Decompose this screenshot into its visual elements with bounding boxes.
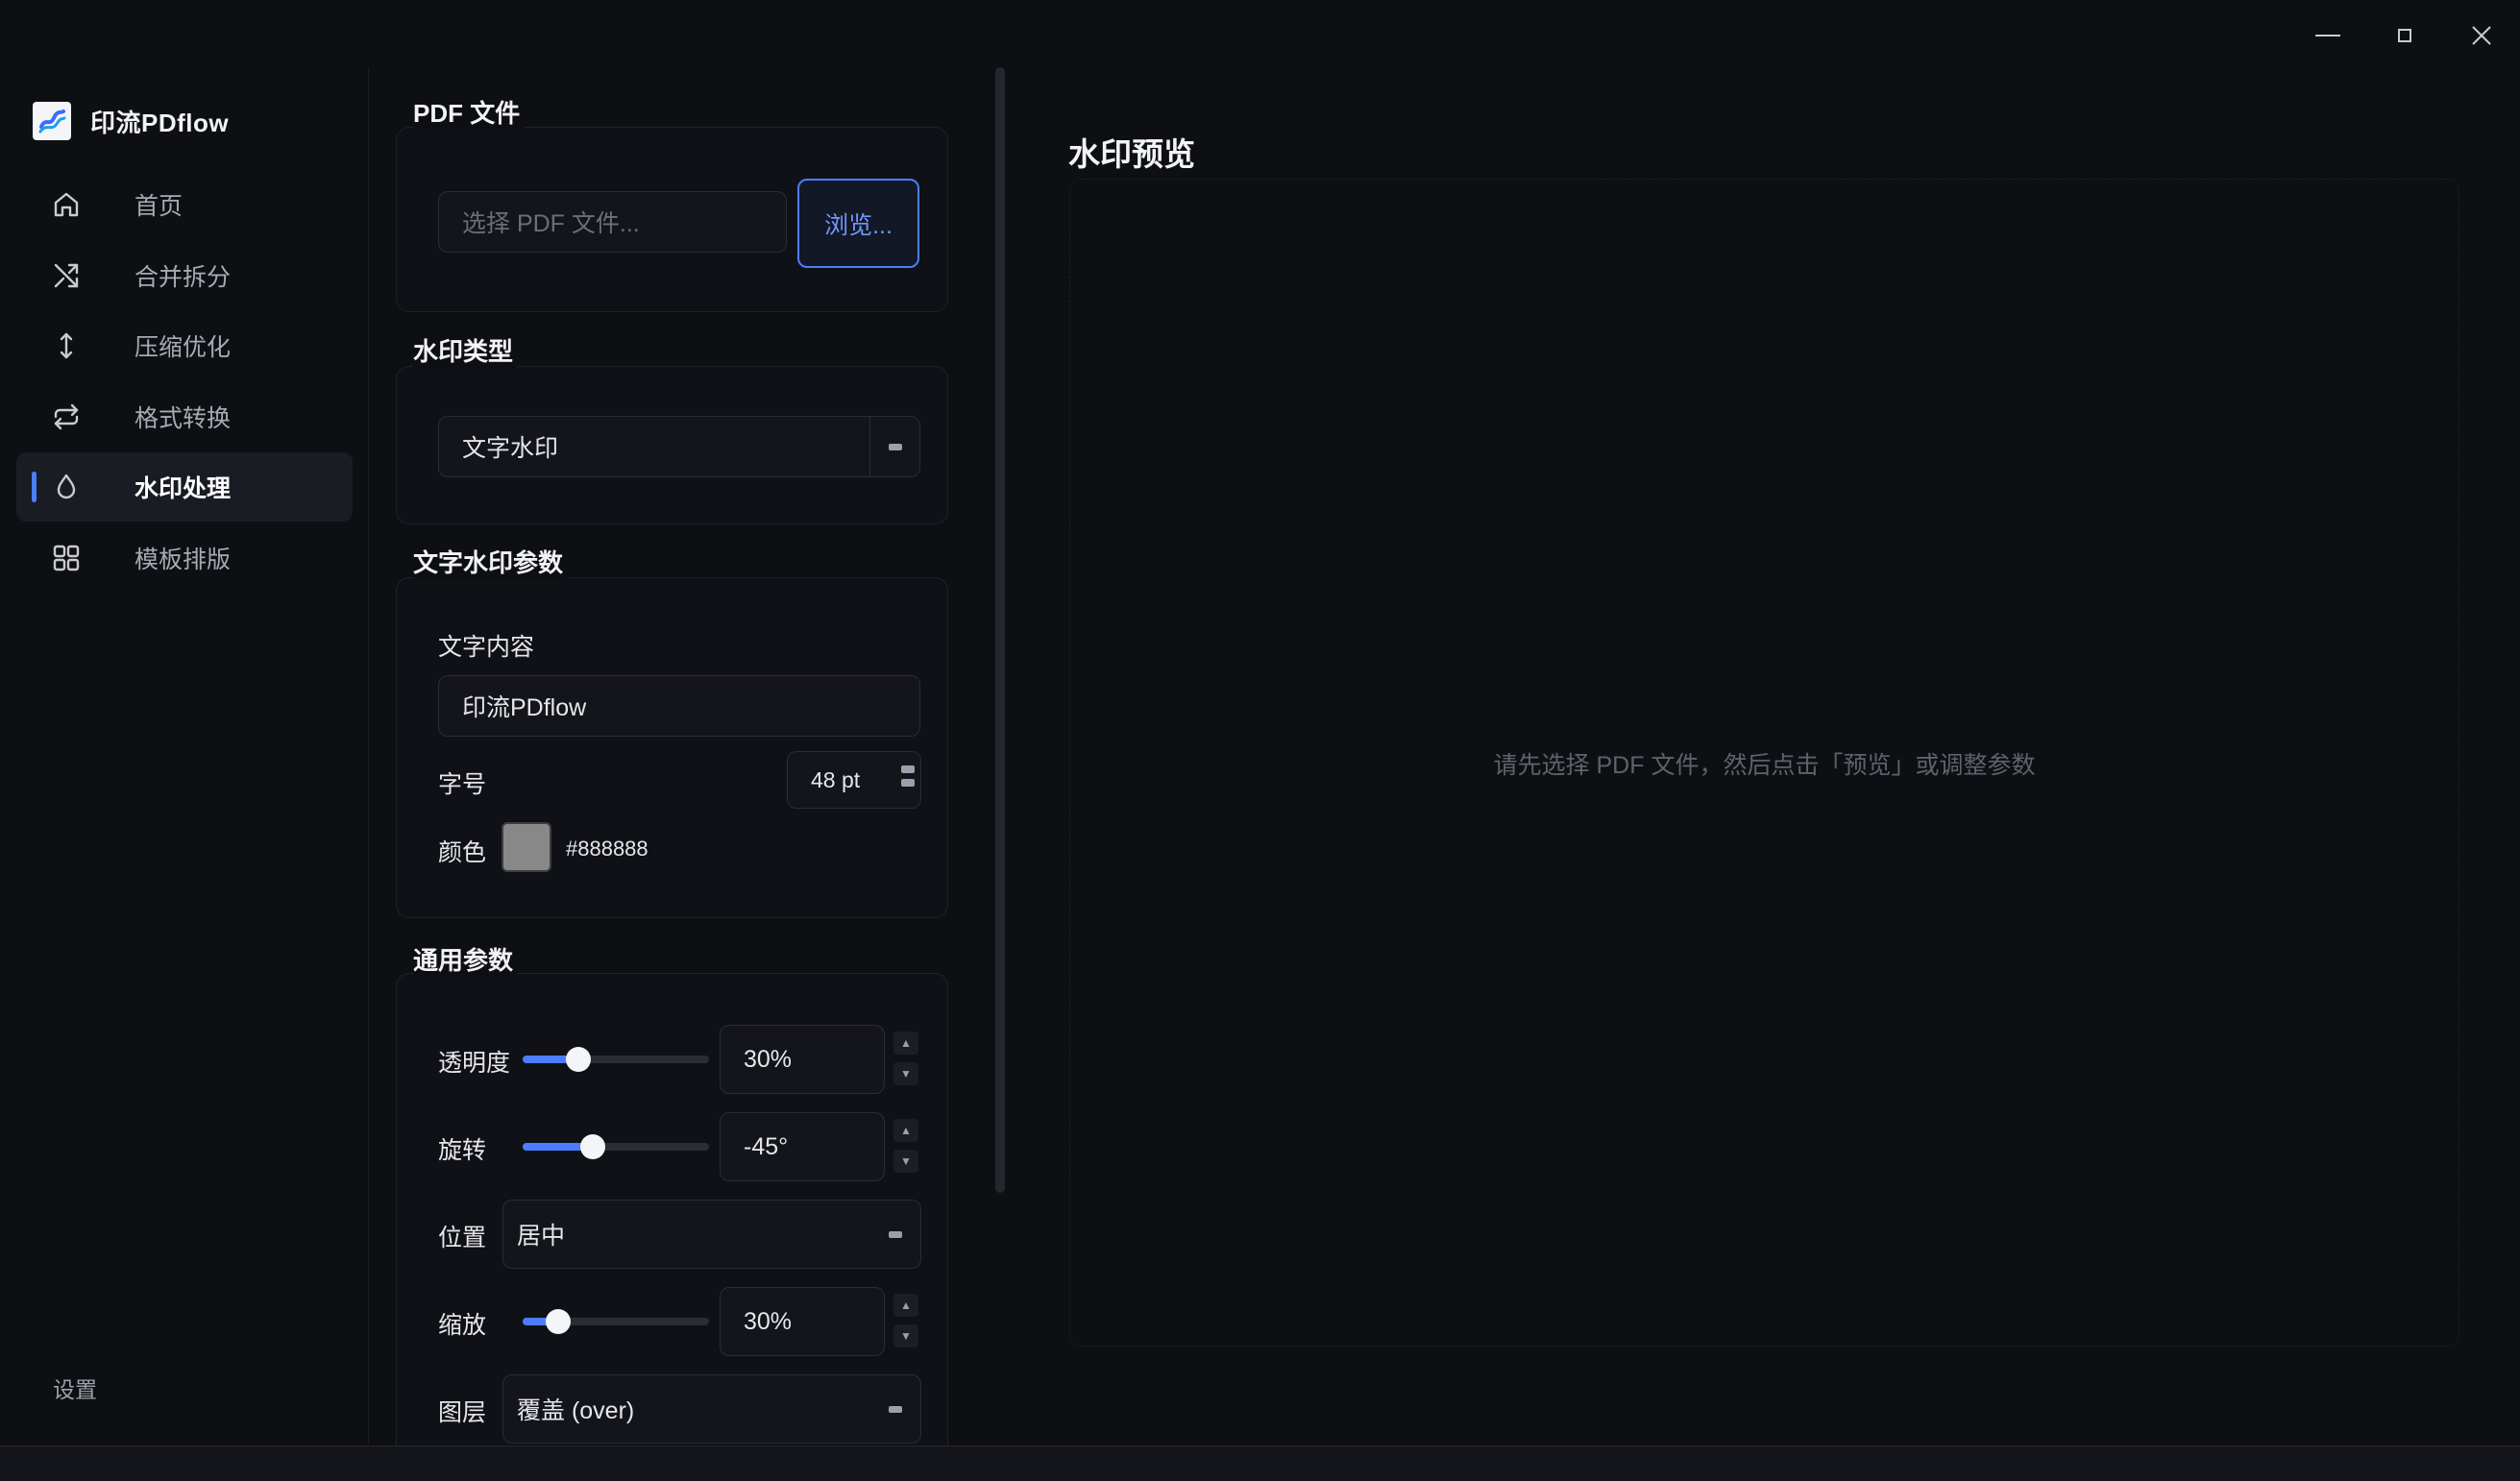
scale-label: 缩放: [438, 1312, 487, 1339]
pdf-file-group: 选择 PDF 文件... 浏览...: [396, 127, 948, 312]
sidebar-item-home[interactable]: 首页: [16, 170, 353, 239]
opacity-spin-buttons: ▲ ▼: [893, 1032, 918, 1093]
maximize-button[interactable]: [2366, 15, 2443, 56]
increment-button[interactable]: ▲: [893, 1119, 918, 1142]
dropdown-button[interactable]: [870, 1201, 920, 1268]
opacity-slider[interactable]: [523, 1047, 709, 1072]
position-value: 居中: [517, 1223, 566, 1250]
slider-thumb[interactable]: [566, 1047, 592, 1072]
increment-button[interactable]: ▲: [893, 1294, 918, 1317]
chevron-down-icon: [889, 1405, 902, 1413]
sidebar-item-label: 首页: [135, 193, 183, 220]
decrement-button[interactable]: ▼: [893, 1150, 918, 1173]
close-button[interactable]: [2443, 15, 2520, 56]
slider-thumb[interactable]: [545, 1309, 571, 1334]
layer-select[interactable]: 覆盖 (over): [502, 1374, 921, 1444]
decrement-button[interactable]: ▼: [893, 1062, 918, 1085]
pdf-file-section-title: PDF 文件: [413, 94, 525, 130]
font-size-label: 字号: [438, 771, 487, 798]
brand: 印流PDflow: [33, 102, 229, 140]
font-size-value: 48 pt: [811, 766, 861, 792]
preview-title: 水印预览: [1068, 136, 1195, 172]
sidebar-item-merge-split[interactable]: 合并拆分: [16, 241, 353, 310]
general-params-section-title: 通用参数: [413, 941, 518, 977]
active-indicator: [32, 472, 37, 502]
sidebar-item-convert[interactable]: 格式转换: [16, 382, 353, 451]
minimize-icon: [2315, 35, 2340, 36]
watermark-type-group: 文字水印: [396, 366, 948, 524]
general-params-group: 透明度 30% ▲ ▼ 旋转 -45° ▲ ▼ 位置 居中 缩放 30% ▲ ▼…: [396, 973, 948, 1445]
scale-slider[interactable]: [523, 1309, 709, 1334]
rotation-label: 旋转: [438, 1137, 487, 1164]
scale-input[interactable]: 30%: [720, 1287, 885, 1356]
close-icon: [2472, 26, 2491, 45]
opacity-label: 透明度: [438, 1050, 511, 1077]
repeat-icon: [49, 400, 84, 434]
position-select[interactable]: 居中: [502, 1200, 921, 1269]
chevron-down-icon: [889, 1230, 902, 1238]
sidebar-item-label: 压缩优化: [135, 334, 232, 361]
vertical-arrows-icon: [49, 328, 84, 363]
sidebar-item-template[interactable]: 模板排版: [16, 523, 353, 593]
decrement-button[interactable]: ▼: [893, 1324, 918, 1347]
browse-button[interactable]: 浏览...: [797, 179, 919, 268]
font-size-stepper[interactable]: 48 pt: [787, 751, 921, 809]
dropdown-button[interactable]: [870, 1375, 920, 1443]
rotation-spin-buttons: ▲ ▼: [893, 1119, 918, 1180]
settings-scrollbar[interactable]: [995, 67, 1005, 1193]
app-name: 印流PDflow: [90, 108, 230, 137]
droplet-icon: [49, 470, 84, 504]
watermark-type-value: 文字水印: [462, 435, 559, 462]
sidebar-item-compress[interactable]: 压缩优化: [16, 311, 353, 380]
dropdown-button[interactable]: [869, 417, 919, 476]
layer-value: 覆盖 (over): [517, 1397, 635, 1424]
app-logo-icon: [33, 102, 71, 140]
preview-hint: 请先选择 PDF 文件，然后点击「预览」或调整参数: [1493, 752, 2036, 779]
rotation-input[interactable]: -45°: [720, 1112, 885, 1181]
settings-link[interactable]: 设置: [53, 1372, 97, 1404]
chevron-down-icon: [888, 443, 902, 450]
text-params-group: 文字内容 印流PDflow 字号 48 pt 颜色 #888888: [396, 577, 948, 918]
pdf-file-input[interactable]: 选择 PDF 文件...: [438, 191, 787, 253]
text-content-label: 文字内容: [438, 634, 535, 661]
slider-thumb[interactable]: [579, 1134, 605, 1159]
window-controls: [2289, 15, 2520, 56]
scale-spin-buttons: ▲ ▼: [893, 1294, 918, 1355]
sidebar-item-label: 模板排版: [135, 546, 232, 573]
sidebar-nav: 首页 合并拆分 压缩优化 格式转换 水印处理 模板排版: [16, 170, 353, 594]
text-content-input[interactable]: 印流PDflow: [438, 675, 920, 737]
preview-area: 请先选择 PDF 文件，然后点击「预览」或调整参数: [1069, 179, 2459, 1347]
increment-button[interactable]: ▲: [893, 1032, 918, 1055]
home-icon: [49, 187, 84, 222]
layer-label: 图层: [438, 1399, 487, 1426]
watermark-type-select[interactable]: 文字水印: [438, 416, 920, 477]
rotation-slider[interactable]: [523, 1134, 709, 1159]
color-hex-value: #888888: [566, 837, 648, 861]
sidebar-item-label: 格式转换: [135, 404, 232, 432]
watermark-type-section-title: 水印类型: [413, 332, 518, 368]
font-size-spin-buttons[interactable]: [901, 765, 915, 792]
status-bar: [0, 1445, 2520, 1481]
color-label: 颜色: [438, 839, 487, 866]
minimize-button[interactable]: [2289, 15, 2366, 56]
shuffle-icon: [49, 258, 84, 293]
sidebar-item-label: 合并拆分: [135, 263, 232, 291]
opacity-input[interactable]: 30%: [720, 1025, 885, 1094]
grid-icon: [49, 541, 84, 575]
sidebar-item-label: 水印处理: [135, 475, 232, 502]
color-swatch[interactable]: [502, 822, 551, 872]
maximize-icon: [2398, 29, 2411, 42]
sidebar-item-watermark[interactable]: 水印处理: [16, 452, 353, 522]
text-params-section-title: 文字水印参数: [413, 544, 568, 579]
sidebar: 印流PDflow 首页 合并拆分 压缩优化 格式转换 水印处理 模板排版 设置: [0, 0, 367, 1445]
position-label: 位置: [438, 1225, 487, 1251]
settings-panel: PDF 文件 选择 PDF 文件... 浏览... 水印类型 文字水印 文字水印…: [368, 0, 1012, 1445]
